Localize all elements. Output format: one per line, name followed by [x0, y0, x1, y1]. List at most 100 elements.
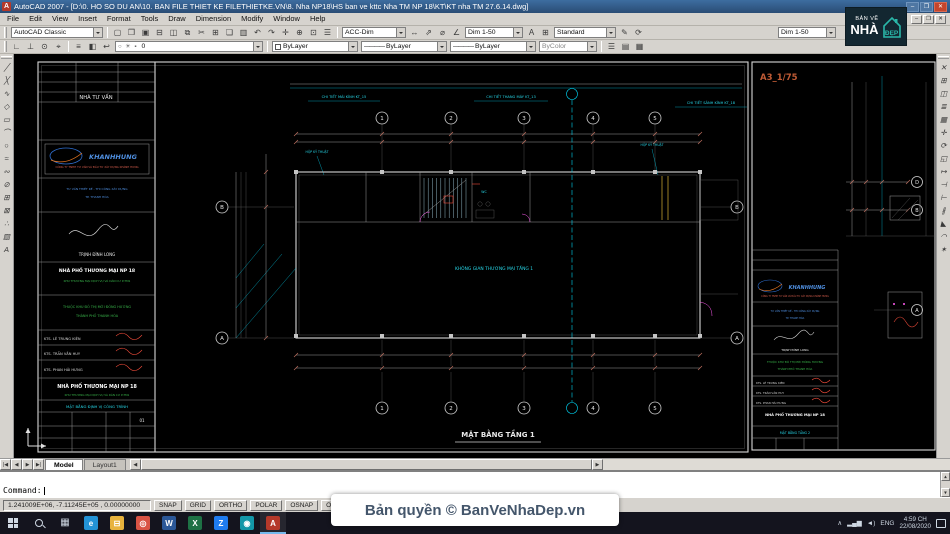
- status-toggle-button[interactable]: OSNAP: [285, 499, 319, 511]
- make-block-icon[interactable]: ⊠: [0, 204, 13, 217]
- language-indicator[interactable]: ENG: [880, 520, 894, 527]
- layer-previous-icon[interactable]: ↩: [100, 40, 113, 53]
- start-button[interactable]: [0, 512, 26, 534]
- zoom-window-icon[interactable]: ⊡: [307, 26, 320, 39]
- polyline-icon[interactable]: ∿: [0, 87, 13, 100]
- action-center-icon[interactable]: [936, 518, 946, 528]
- maximize-button[interactable]: ❐: [920, 1, 933, 12]
- mirror-icon[interactable]: ◫: [937, 87, 950, 100]
- tray-expand-icon[interactable]: ∧: [837, 519, 842, 527]
- redo-icon[interactable]: ↷: [265, 26, 278, 39]
- erase-icon[interactable]: ✕: [937, 61, 950, 74]
- menu-item[interactable]: Window: [268, 13, 305, 25]
- tab-model[interactable]: Model: [45, 459, 83, 470]
- scroll-down-icon[interactable]: ▼: [941, 488, 950, 497]
- taskbar-chrome[interactable]: ◎: [130, 512, 156, 534]
- color-dropdown[interactable]: ByLayer: [272, 41, 358, 52]
- chevron-down-icon[interactable]: [526, 42, 535, 51]
- toolbar-grip[interactable]: [4, 41, 7, 52]
- circle-icon[interactable]: ○: [0, 139, 13, 152]
- workspace-dropdown[interactable]: AutoCAD Classic: [11, 27, 103, 38]
- point-icon[interactable]: ∴: [0, 217, 13, 230]
- tab-nav-button[interactable]: |◀: [0, 459, 11, 470]
- move-icon[interactable]: ✛: [937, 126, 950, 139]
- dim-update-icon[interactable]: ⟳: [632, 26, 645, 39]
- properties-palette-icon[interactable]: ☰: [321, 26, 334, 39]
- copy-icon[interactable]: ⊞: [937, 74, 950, 87]
- lineweight-dropdown[interactable]: ———— ByLayer: [450, 41, 536, 52]
- properties-icon[interactable]: ☰: [605, 40, 618, 53]
- toolbar-grip[interactable]: [938, 56, 949, 59]
- doc-close-button[interactable]: ✕: [935, 14, 946, 24]
- taskbar-zalo[interactable]: Z: [208, 512, 234, 534]
- plot-icon[interactable]: ⊟: [153, 26, 166, 39]
- volume-icon[interactable]: ◄): [867, 520, 876, 527]
- command-prompt[interactable]: Command:: [3, 486, 49, 495]
- scrollbar-thumb[interactable]: [140, 459, 592, 470]
- text-edit-icon[interactable]: ✎: [618, 26, 631, 39]
- clock[interactable]: 4:59 CH 22/08/2020: [899, 516, 931, 530]
- close-button[interactable]: ✕: [934, 1, 947, 12]
- chevron-down-icon[interactable]: [93, 28, 102, 37]
- minimize-button[interactable]: –: [906, 1, 919, 12]
- chevron-down-icon[interactable]: [396, 28, 405, 37]
- menu-item[interactable]: Insert: [73, 13, 102, 25]
- taskbar-edge[interactable]: e: [78, 512, 104, 534]
- taskbar-file-explorer[interactable]: ⊟: [104, 512, 130, 534]
- search-button[interactable]: [26, 512, 52, 534]
- chevron-down-icon[interactable]: [826, 28, 835, 37]
- paste-icon[interactable]: ❏: [223, 26, 236, 39]
- scale-icon[interactable]: ◱: [937, 152, 950, 165]
- dim-scale-dropdown[interactable]: Dim 1-50: [465, 27, 523, 38]
- stretch-icon[interactable]: ↦: [937, 165, 950, 178]
- drawing-canvas[interactable]: NHÀ TƯ VẤN KHANHHUNG CÔNG TY TNHH TƯ VẤN…: [14, 54, 936, 458]
- menu-item[interactable]: View: [47, 13, 73, 25]
- spline-icon[interactable]: ∾: [0, 165, 13, 178]
- array-icon[interactable]: ▦: [937, 113, 950, 126]
- polygon-icon[interactable]: ◇: [0, 100, 13, 113]
- dim-linear-icon[interactable]: ↔: [408, 26, 421, 39]
- tab-nav-button[interactable]: ▶: [22, 459, 33, 470]
- task-view-button[interactable]: ▦: [52, 512, 78, 534]
- menu-item[interactable]: Draw: [163, 13, 191, 25]
- chevron-down-icon[interactable]: [437, 42, 446, 51]
- plot-style-dropdown[interactable]: ByColor: [539, 41, 597, 52]
- construction-line-icon[interactable]: ╳: [0, 74, 13, 87]
- chevron-down-icon[interactable]: [348, 42, 357, 51]
- command-line-panel[interactable]: Command: ▲ ▼: [0, 470, 950, 497]
- ellipse-icon[interactable]: ⊘: [0, 178, 13, 191]
- snap-center-icon[interactable]: ⊙: [38, 40, 51, 53]
- toolbar-grip[interactable]: [1, 56, 12, 59]
- dim-angular-icon[interactable]: ∠: [450, 26, 463, 39]
- rectangle-icon[interactable]: ▭: [0, 113, 13, 126]
- taskbar-excel[interactable]: X: [182, 512, 208, 534]
- chevron-down-icon[interactable]: [587, 42, 596, 51]
- scroll-left-icon[interactable]: ◀: [129, 459, 141, 470]
- pan-icon[interactable]: ✛: [279, 26, 292, 39]
- menu-item[interactable]: Help: [305, 13, 330, 25]
- status-toggle-button[interactable]: SNAP: [154, 499, 182, 511]
- new-file-icon[interactable]: ▢: [111, 26, 124, 39]
- snap-intersection-icon[interactable]: ⌖: [52, 40, 65, 53]
- break-icon[interactable]: ∦: [937, 204, 950, 217]
- revision-cloud-icon[interactable]: ≈: [0, 152, 13, 165]
- fillet-icon[interactable]: ◠: [937, 230, 950, 243]
- cad-drawing[interactable]: NHÀ TƯ VẤN KHANHHUNG CÔNG TY TNHH TƯ VẤN…: [14, 54, 936, 458]
- chevron-down-icon[interactable]: [606, 28, 615, 37]
- tab-layout1[interactable]: Layout1: [83, 459, 126, 470]
- status-toggle-button[interactable]: POLAR: [250, 499, 283, 511]
- taskbar-photos[interactable]: ◉: [234, 512, 260, 534]
- table-icon[interactable]: ⊞: [539, 26, 552, 39]
- doc-minimize-button[interactable]: –: [911, 14, 922, 24]
- match-properties-icon[interactable]: ▥: [237, 26, 250, 39]
- taskbar-autocad[interactable]: A: [260, 512, 286, 534]
- plot-preview-icon[interactable]: ◫: [167, 26, 180, 39]
- status-toggle-button[interactable]: GRID: [184, 499, 211, 511]
- toolbar-grip[interactable]: [4, 27, 7, 38]
- linetype-dropdown[interactable]: ———— ByLayer: [361, 41, 447, 52]
- dim-radius-icon[interactable]: ⌀: [436, 26, 449, 39]
- horizontal-scrollbar[interactable]: ◀ ▶: [129, 459, 950, 470]
- status-toggle-button[interactable]: ORTHO: [213, 499, 248, 511]
- layer-properties-icon[interactable]: ≡: [72, 40, 85, 53]
- extend-icon[interactable]: ⊢: [937, 191, 950, 204]
